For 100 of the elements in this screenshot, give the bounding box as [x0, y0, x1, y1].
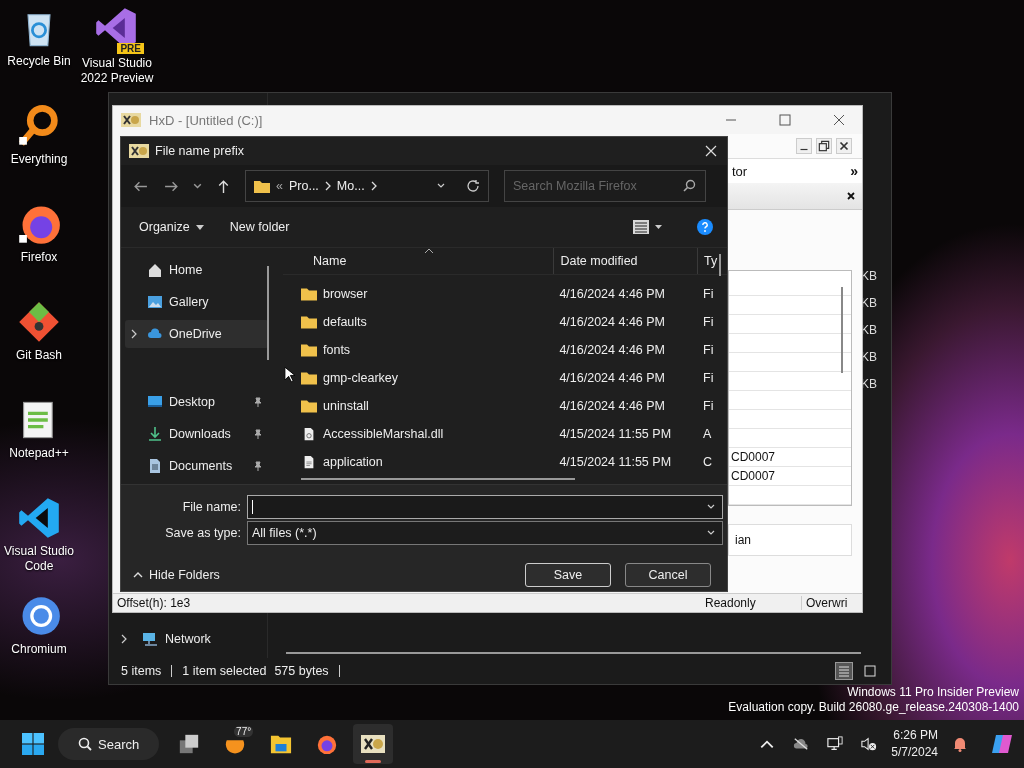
file-row[interactable]: application 4/15/2024 11:55 PM C	[283, 448, 727, 476]
chevron-icon[interactable]	[370, 181, 377, 191]
cloud-off-icon[interactable]	[793, 736, 810, 752]
minimize-icon[interactable]	[796, 138, 812, 154]
address-bar[interactable]: « Pro... Mo...	[245, 170, 489, 202]
restore-icon[interactable]	[816, 138, 832, 154]
item-count: 5 items	[121, 664, 162, 678]
access-status: Readonly	[705, 596, 757, 610]
nav-item[interactable]: Home	[125, 256, 269, 284]
panel-tab[interactable]: tor	[732, 163, 748, 179]
picture-icon	[147, 294, 163, 310]
code-editor-icon[interactable]	[17, 496, 61, 540]
home-icon	[147, 262, 163, 278]
hex-editor-app-button[interactable]	[353, 724, 394, 764]
weather-button[interactable]: 77°	[215, 724, 256, 764]
desktop-icon-label[interactable]: Visual Studio Code	[1, 544, 77, 574]
list-view-icon[interactable]	[633, 220, 663, 234]
scrollbar[interactable]	[286, 652, 861, 654]
breadcrumb[interactable]: Mo...	[336, 179, 365, 193]
desktop-icon-label[interactable]: Chromium	[1, 642, 77, 657]
download-icon	[147, 426, 163, 442]
desktop-icon-label[interactable]: Recycle Bin	[1, 54, 77, 69]
scrollbar[interactable]	[841, 287, 843, 373]
file-row[interactable]: AccessibleMarshal.dll 4/15/2024 11:55 PM A	[283, 420, 727, 448]
column-header[interactable]: Date modified	[553, 248, 698, 274]
diamond-icon[interactable]	[17, 300, 61, 344]
file-row[interactable]: defaults 4/16/2024 4:46 PM Fi	[283, 308, 727, 336]
field-label: File name:	[181, 500, 241, 514]
dialog-title: File name prefix	[155, 144, 244, 158]
organize-button[interactable]: Organize	[131, 216, 212, 238]
scrollbar[interactable]	[267, 266, 269, 360]
desktop-icon	[147, 394, 163, 410]
selection-size: 575 bytes	[274, 664, 329, 678]
up-arrow-icon[interactable]	[216, 178, 231, 194]
monitor-icon[interactable]	[827, 736, 844, 752]
chevron-icon[interactable]	[131, 329, 137, 339]
sort-caret-icon	[424, 248, 434, 254]
caret-icon	[195, 224, 204, 230]
breadcrumb[interactable]: Pro...	[288, 179, 319, 193]
hide-folders-button[interactable]: Hide Folders	[131, 566, 222, 584]
bell-icon[interactable]	[952, 736, 968, 752]
folder-icon	[269, 733, 294, 755]
nav-item[interactable]: Documents	[125, 452, 269, 480]
tiles-view-button[interactable]	[861, 662, 879, 680]
desktop-icon-label[interactable]: Notepad++	[1, 446, 77, 461]
desktop-icon-label[interactable]: Git Bash	[1, 348, 77, 363]
cancel-button[interactable]: Cancel	[625, 563, 711, 587]
file-row[interactable]: fonts 4/16/2024 4:46 PM Fi	[283, 336, 727, 364]
file-row[interactable]: gmp-clearkey 4/16/2024 4:46 PM Fi	[283, 364, 727, 392]
search-field[interactable]: Search Mozilla Firefox	[504, 170, 706, 202]
maximize-icon[interactable]	[779, 114, 791, 126]
speaker-muted-icon[interactable]	[861, 736, 878, 752]
mode-status: Overwri	[801, 596, 862, 610]
column-header[interactable]: Name	[283, 254, 554, 268]
folder-icon	[301, 315, 317, 329]
save-button[interactable]: Save	[525, 563, 611, 587]
app-logo-icon	[121, 113, 141, 127]
nav-item[interactable]: OneDrive	[125, 320, 269, 348]
chevron-icon[interactable]	[324, 181, 331, 191]
folder-icon	[301, 343, 317, 357]
selection-info: 1 item selected	[182, 664, 267, 678]
list-value: CD0007	[731, 469, 776, 483]
desktop-icon-label[interactable]: Visual Studio 2022 Preview	[79, 56, 155, 86]
close-icon[interactable]	[846, 191, 856, 201]
close-icon[interactable]	[833, 114, 845, 126]
desktop-icon-label[interactable]: Firefox	[1, 250, 77, 265]
breadcrumb-overflow[interactable]: «	[276, 179, 283, 193]
nav-item[interactable]: Gallery	[125, 288, 269, 316]
scrollbar[interactable]	[719, 254, 721, 276]
nav-item[interactable]: Network	[109, 629, 267, 649]
document-icon	[147, 458, 163, 474]
file-row[interactable]: browser 4/16/2024 4:46 PM Fi	[283, 280, 727, 308]
start-icon[interactable]	[22, 733, 44, 755]
file-type-dropdown[interactable]: All files (*.*)	[247, 521, 723, 545]
chevron-icon[interactable]	[121, 634, 127, 644]
magnifier-icon[interactable]	[17, 104, 61, 148]
nav-item[interactable]: Downloads	[125, 420, 269, 448]
more-chevron[interactable]: »	[850, 163, 858, 179]
network-icon	[141, 631, 157, 647]
desktop-icon-label[interactable]: Everything	[1, 152, 77, 167]
scrollbar[interactable]	[301, 478, 575, 480]
evaluation-notice: Evaluation copy. Build 26080.ge_release.240308-1400	[728, 700, 1019, 715]
refresh-icon[interactable]	[466, 179, 480, 193]
clock[interactable]: 6:26 PM 5/7/2024	[891, 727, 938, 761]
value-field[interactable]: ian	[728, 524, 852, 556]
search-icon	[78, 737, 92, 751]
copilot-icon[interactable]	[990, 734, 1014, 754]
evaluation-notice: Windows 11 Pro Insider Preview	[847, 685, 1019, 700]
help-icon[interactable]	[697, 219, 713, 235]
list-lines-icon	[838, 665, 850, 677]
square-icon	[864, 665, 876, 677]
nav-item[interactable]: Desktop	[125, 388, 269, 416]
details-view-button[interactable]	[835, 662, 853, 680]
folder-icon	[254, 179, 270, 193]
active-indicator	[365, 760, 382, 763]
new-folder-button[interactable]: New folder	[221, 216, 298, 238]
search-box[interactable]: Search	[58, 728, 160, 760]
file-row[interactable]: uninstall 4/16/2024 4:46 PM Fi	[283, 392, 727, 420]
window-title: HxD - [Untitled (C:)]	[149, 112, 263, 128]
file-name-field[interactable]	[247, 495, 723, 519]
